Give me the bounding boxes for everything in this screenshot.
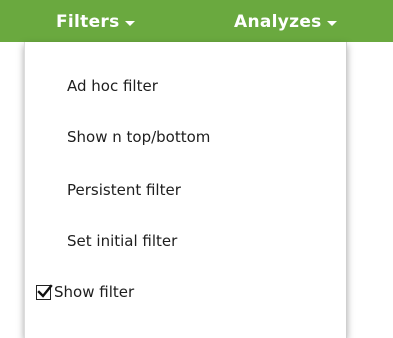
- menu-bar: Filters Analyzes: [0, 0, 393, 42]
- menu-item-show-filter[interactable]: Show filter: [36, 281, 134, 303]
- menu-item-ad-hoc-filter[interactable]: Ad hoc filter: [67, 75, 158, 97]
- checkbox-checked-icon[interactable]: [36, 283, 53, 300]
- filters-menu-tab[interactable]: Filters: [56, 12, 135, 32]
- menu-item-show-n-top-bottom[interactable]: Show n top/bottom: [67, 126, 210, 148]
- caret-down-icon: [124, 20, 135, 26]
- analyzes-menu-label: Analyzes: [234, 12, 322, 32]
- menu-item-set-initial-filter[interactable]: Set initial filter: [67, 230, 177, 252]
- menu-item-label: Show filter: [54, 283, 135, 301]
- analyzes-menu-tab[interactable]: Analyzes: [234, 12, 337, 32]
- filters-dropdown-menu: Ad hoc filter Show n top/bottom Persiste…: [24, 42, 347, 338]
- menu-item-persistent-filter[interactable]: Persistent filter: [67, 179, 181, 201]
- caret-down-icon: [326, 20, 337, 26]
- filters-menu-label: Filters: [56, 12, 120, 32]
